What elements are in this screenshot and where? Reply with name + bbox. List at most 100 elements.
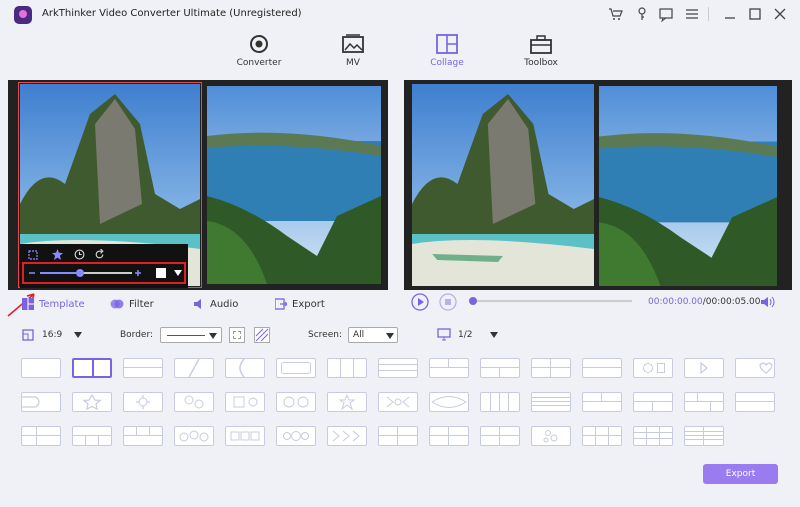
template-31[interactable]	[21, 426, 61, 446]
maximize-icon[interactable]	[747, 6, 763, 22]
template-39[interactable]	[429, 426, 469, 446]
monitor-icon	[437, 328, 451, 341]
nav-mv[interactable]: MV	[313, 32, 393, 76]
template-16[interactable]	[21, 392, 61, 412]
template-28[interactable]	[633, 392, 673, 412]
template-32[interactable]	[72, 426, 112, 446]
tab-filter[interactable]: Filter	[110, 298, 154, 310]
template-25[interactable]	[480, 392, 520, 412]
template-41[interactable]	[531, 426, 571, 446]
effect-star-icon[interactable]	[52, 249, 63, 260]
clock-icon[interactable]	[74, 249, 85, 260]
template-43[interactable]	[633, 426, 673, 446]
template-29[interactable]	[684, 392, 724, 412]
cell-control-bar	[20, 244, 188, 288]
progress-track[interactable]	[472, 300, 632, 302]
tab-export[interactable]: Export	[275, 298, 325, 310]
menu-icon[interactable]	[684, 6, 700, 22]
template-44[interactable]	[684, 426, 724, 446]
nav-toolbox[interactable]: Toolbox	[501, 32, 581, 76]
template-26[interactable]	[531, 392, 571, 412]
screen-select[interactable]: All	[348, 327, 398, 343]
template-6[interactable]	[276, 358, 316, 378]
app-title: ArkThinker Video Converter Ultimate (Unr…	[42, 8, 302, 19]
play-icon[interactable]	[411, 293, 429, 311]
template-5[interactable]	[225, 358, 265, 378]
border-color-swatch-icon	[233, 331, 241, 339]
progress-handle[interactable]	[469, 297, 477, 305]
chevron-down-icon[interactable]	[174, 270, 182, 276]
template-38[interactable]	[378, 426, 418, 446]
template-33[interactable]	[123, 426, 163, 446]
right-cell-photo[interactable]	[207, 86, 381, 284]
border-dropdown-icon	[209, 333, 217, 339]
nav-converter[interactable]: Converter	[219, 32, 299, 76]
nav-collage[interactable]: Collage	[407, 32, 487, 76]
export-button[interactable]: Export	[703, 464, 778, 484]
template-30[interactable]	[735, 392, 775, 412]
aspect-dropdown-icon[interactable]	[74, 332, 82, 338]
template-15[interactable]	[735, 358, 775, 378]
rotate-icon[interactable]	[94, 249, 105, 260]
time-display: 00:00:00.00/00:00:05.00	[648, 297, 761, 307]
preview-right-photo	[599, 86, 777, 286]
template-4[interactable]	[174, 358, 214, 378]
template-13[interactable]	[633, 358, 673, 378]
template-8[interactable]	[378, 358, 418, 378]
nav-toolbox-label: Toolbox	[524, 58, 558, 68]
template-9[interactable]	[429, 358, 469, 378]
page-dropdown-icon[interactable]	[490, 332, 498, 338]
minimize-icon[interactable]	[722, 6, 738, 22]
template-10[interactable]	[480, 358, 520, 378]
template-42[interactable]	[582, 426, 622, 446]
stop-icon[interactable]	[439, 293, 457, 311]
template-23[interactable]	[378, 392, 418, 412]
template-20[interactable]	[225, 392, 265, 412]
volume-high-icon	[135, 270, 141, 276]
collage-icon	[436, 34, 458, 54]
volume-icon[interactable]	[760, 295, 776, 309]
border-color-button[interactable]	[229, 327, 245, 343]
border-pattern-icon[interactable]	[254, 327, 270, 343]
border-style-select[interactable]	[160, 327, 222, 343]
template-24[interactable]	[429, 392, 469, 412]
key-icon[interactable]	[634, 6, 650, 22]
template-22[interactable]	[327, 392, 367, 412]
template-40[interactable]	[480, 426, 520, 446]
feedback-icon[interactable]	[658, 6, 674, 23]
screen-label: Screen:	[308, 330, 342, 340]
template-19[interactable]	[174, 392, 214, 412]
title-divider	[708, 7, 709, 21]
volume-low-icon	[29, 272, 35, 274]
template-icon	[22, 298, 34, 310]
template-2[interactable]	[72, 358, 112, 378]
aspect-ratio-value[interactable]: 16:9	[42, 330, 62, 340]
app-logo	[14, 6, 32, 24]
template-21[interactable]	[276, 392, 316, 412]
template-11[interactable]	[531, 358, 571, 378]
template-27[interactable]	[582, 392, 622, 412]
tab-filter-label: Filter	[129, 298, 154, 310]
nav-collage-label: Collage	[430, 58, 464, 68]
crop-icon[interactable]	[28, 250, 38, 260]
nav-converter-label: Converter	[236, 58, 282, 68]
template-36[interactable]	[276, 426, 316, 446]
cart-icon[interactable]	[608, 6, 624, 22]
template-34[interactable]	[174, 426, 214, 446]
template-14[interactable]	[684, 358, 724, 378]
volume-slider-handle[interactable]	[76, 269, 84, 277]
converter-icon	[250, 35, 268, 53]
audio-icon	[194, 299, 201, 309]
template-3[interactable]	[123, 358, 163, 378]
template-17[interactable]	[72, 392, 112, 412]
tab-audio[interactable]: Audio	[193, 298, 238, 310]
tab-template[interactable]: Template	[22, 298, 85, 310]
template-7[interactable]	[327, 358, 367, 378]
template-12[interactable]	[582, 358, 622, 378]
close-icon[interactable]	[772, 6, 788, 22]
template-1[interactable]	[21, 358, 61, 378]
template-18[interactable]	[123, 392, 163, 412]
color-swatch[interactable]	[156, 268, 166, 278]
template-35[interactable]	[225, 426, 265, 446]
template-37[interactable]	[327, 426, 367, 446]
